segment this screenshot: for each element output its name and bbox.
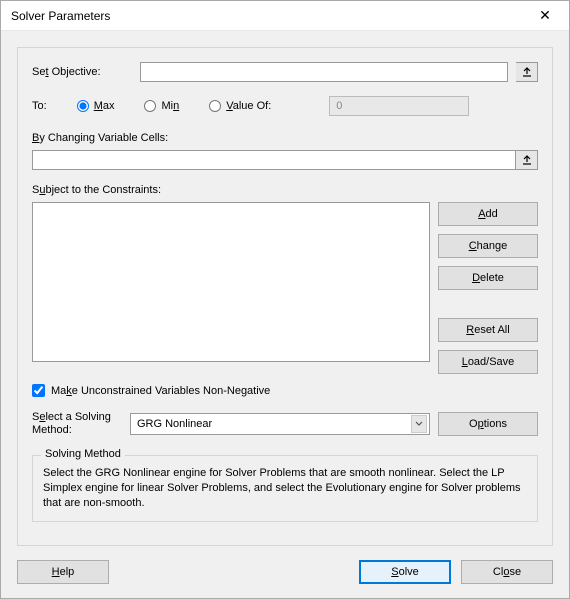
help-button[interactable]: Help — [17, 560, 109, 584]
changing-cells-ref-icon[interactable] — [516, 150, 538, 170]
close-icon[interactable]: ✕ — [525, 2, 565, 30]
subject-to-label: Subject to the Constraints: — [32, 184, 538, 196]
solving-method-desc: Select the GRG Nonlinear engine for Solv… — [43, 466, 527, 511]
solving-method-group-title: Solving Method — [41, 448, 125, 460]
valueof-input[interactable]: 0 — [329, 96, 469, 116]
select-method-label: Select a SolvingMethod: — [32, 411, 122, 437]
radio-max[interactable]: Max — [77, 100, 115, 112]
objective-ref-icon[interactable] — [516, 62, 538, 82]
objective-row: Set Objective: — [32, 62, 538, 82]
titlebar: Solver Parameters ✕ — [1, 1, 569, 31]
reset-all-button[interactable]: Reset All — [438, 318, 538, 342]
method-row: Select a SolvingMethod: GRG Nonlinear Op… — [32, 411, 538, 437]
bottom-bar: Help Solve Close — [1, 546, 569, 598]
chevron-down-icon — [411, 415, 427, 433]
constraints-buttons: Add Change Delete Reset All Load/Save — [438, 202, 538, 374]
solving-method-group: Solving Method Select the GRG Nonlinear … — [32, 455, 538, 522]
to-label: To: — [32, 100, 47, 112]
radio-min[interactable]: Min — [144, 100, 179, 112]
add-button[interactable]: Add — [438, 202, 538, 226]
options-button[interactable]: Options — [438, 412, 538, 436]
delete-button[interactable]: Delete — [438, 266, 538, 290]
set-objective-label: Set Objective: — [32, 66, 132, 78]
solver-parameters-dialog: Solver Parameters ✕ Set Objective: To: M… — [0, 0, 570, 599]
load-save-button[interactable]: Load/Save — [438, 350, 538, 374]
unconstrained-checkbox[interactable] — [32, 384, 45, 397]
close-button[interactable]: Close — [461, 560, 553, 584]
content-area: Set Objective: To: Max Min Valu — [1, 31, 569, 546]
constraints-area: Add Change Delete Reset All Load/Save — [32, 202, 538, 374]
changing-cells-input[interactable] — [32, 150, 516, 170]
method-selected: GRG Nonlinear — [137, 418, 212, 430]
main-panel: Set Objective: To: Max Min Valu — [17, 47, 553, 546]
method-select[interactable]: GRG Nonlinear — [130, 413, 430, 435]
radio-valueof-input[interactable] — [209, 100, 221, 112]
by-changing-label: By Changing Variable Cells: — [32, 132, 538, 144]
objective-input[interactable] — [140, 62, 508, 82]
change-button[interactable]: Change — [438, 234, 538, 258]
radio-min-input[interactable] — [144, 100, 156, 112]
changing-cells-row — [32, 150, 538, 170]
radio-valueof[interactable]: Value Of: — [209, 100, 271, 112]
window-title: Solver Parameters — [11, 9, 110, 23]
to-row: To: Max Min Value Of: 0 — [32, 96, 538, 116]
unconstrained-checkbox-row[interactable]: Make Unconstrained Variables Non-Negativ… — [32, 384, 538, 397]
constraints-listbox[interactable] — [32, 202, 430, 362]
radio-max-input[interactable] — [77, 100, 89, 112]
solve-button[interactable]: Solve — [359, 560, 451, 584]
